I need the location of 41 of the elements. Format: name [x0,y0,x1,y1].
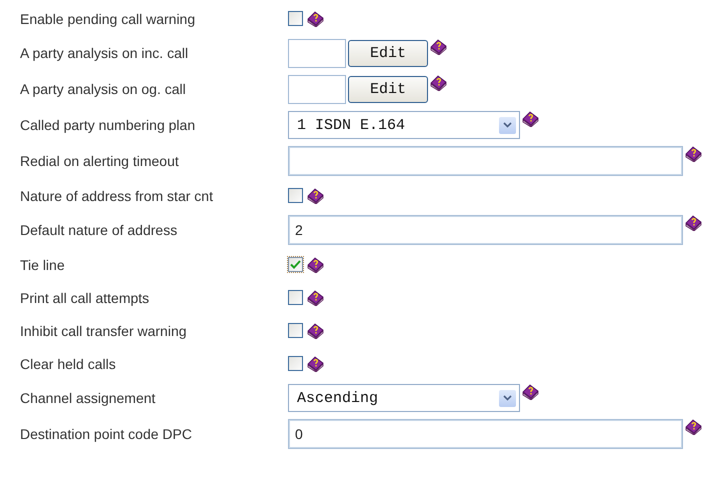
field-label: Channel assignement [19,390,156,406]
field-label: A party analysis on og. call [19,81,187,97]
checkbox[interactable] [288,356,303,371]
help-book-icon[interactable] [685,419,702,435]
help-book-icon[interactable] [685,146,702,162]
field-label: Print all call attempts [19,290,150,306]
help-book-icon[interactable] [685,215,702,231]
checkbox[interactable] [288,188,303,203]
checkbox[interactable] [288,323,303,338]
input-field[interactable]: 2 [288,215,683,245]
help-book-icon[interactable] [307,10,324,26]
input-field[interactable] [288,146,683,176]
help-book-icon[interactable] [307,188,324,204]
dropdown[interactable]: Ascending [288,384,520,412]
field-label: Tie line [19,256,66,272]
field-label: Inhibit call transfer warning [19,322,188,338]
field-label: Default nature of address [19,222,178,238]
field-label: Destination point code DPC [19,426,193,442]
help-book-icon[interactable] [307,256,324,272]
field-label: A party analysis on inc. call [19,45,190,61]
help-book-icon[interactable] [522,384,539,400]
checkbox[interactable] [288,290,303,305]
help-book-icon[interactable] [522,111,539,127]
field-label: Enable pending call warning [19,10,196,26]
edit-button[interactable]: Edit [348,76,428,102]
help-book-icon[interactable] [307,290,324,306]
help-book-icon[interactable] [430,74,447,90]
input-field[interactable] [288,74,346,104]
input-field[interactable]: 0 [288,419,683,449]
field-label: Nature of address from star cnt [19,188,214,204]
help-book-icon[interactable] [307,356,324,372]
help-book-icon[interactable] [307,322,324,338]
field-label: Redial on alerting timeout [19,153,180,169]
field-label: Called party numbering plan [19,117,196,133]
edit-button[interactable]: Edit [348,40,428,66]
help-book-icon[interactable] [430,38,447,54]
checkbox[interactable] [288,257,303,272]
dropdown[interactable]: 1 ISDN E.164 [288,111,520,139]
checkbox[interactable] [288,11,303,26]
input-field[interactable] [288,38,346,68]
field-label: Clear held calls [19,356,117,372]
